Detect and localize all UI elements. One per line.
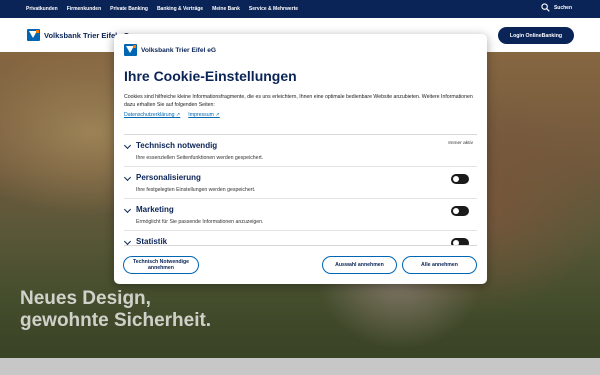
category-title: Technisch notwendig [136, 141, 218, 150]
marketing-toggle[interactable] [451, 206, 469, 216]
nav-item-service[interactable]: Service & Mehrwerte [249, 6, 298, 12]
hero-line-2: gewohnte Sicherheit. [20, 310, 212, 331]
external-link-icon: ↗ [215, 112, 220, 118]
accept-selection-button[interactable]: Auswahl annehmen [322, 256, 397, 274]
category-personalisierung[interactable]: Personalisierung Ihre festgelegten Einst… [124, 167, 477, 199]
nav-item-meine-bank[interactable]: Meine Bank [212, 6, 240, 12]
accept-necessary-button[interactable]: Technisch Notwendige annehmen [123, 256, 199, 274]
dialog-bank-name: Volksbank Trier Eifel eG [141, 46, 217, 54]
nav-item-private-banking[interactable]: Private Banking [110, 6, 148, 12]
category-technisch-notwendig[interactable]: Technisch notwendig Ihre essenziellen Se… [124, 135, 477, 167]
category-marketing[interactable]: Marketing Ermöglicht für Sie passende In… [124, 199, 477, 231]
category-description: Ihre festgelegten Einstellungen werden g… [136, 187, 256, 193]
page-content-strip [0, 358, 600, 375]
category-description: Ihre essenziellen Seitenfunktionen werde… [136, 155, 264, 161]
hero-line-1: Neues Design, [20, 288, 151, 309]
toggle-knob [453, 208, 459, 214]
bank-logo-icon [27, 29, 40, 41]
dialog-description: Cookies sind hilfreiche kleine Informati… [124, 94, 473, 109]
statistik-toggle[interactable] [451, 238, 469, 245]
category-description: Ermöglicht für Sie passende Informatione… [136, 219, 264, 225]
chevron-down-icon [124, 205, 132, 214]
privacy-link[interactable]: Datenschutzerklärung ↗ [124, 112, 180, 118]
accept-all-button[interactable]: Alle annehmen [402, 256, 477, 274]
dialog-logo: Volksbank Trier Eifel eG [124, 44, 216, 56]
always-active-label: Immer aktiv [448, 141, 473, 146]
category-title: Statistik [136, 237, 168, 246]
dialog-links: Datenschutzerklärung ↗ Impressum ↗ [124, 112, 220, 118]
bank-logo-icon [124, 44, 137, 56]
nav-item-banking-vertraege[interactable]: Banking & Verträge [157, 6, 203, 12]
chevron-down-icon [124, 173, 132, 182]
external-link-icon: ↗ [175, 112, 181, 118]
personalisierung-toggle[interactable] [451, 174, 469, 184]
cookie-dialog: Volksbank Trier Eifel eG Ihre Cookie-Ein… [114, 34, 487, 284]
chevron-down-icon [124, 141, 132, 150]
toggle-knob [453, 176, 459, 182]
category-title: Personalisierung [136, 173, 201, 182]
search-button[interactable]: Suchen [541, 3, 572, 12]
chevron-down-icon [124, 237, 132, 245]
imprint-link[interactable]: Impressum ↗ [188, 112, 219, 118]
category-title: Marketing [136, 205, 174, 214]
login-onlinebanking-button[interactable]: Login OnlineBanking [498, 27, 574, 44]
search-icon [541, 3, 550, 12]
hero-headline: Neues Design, gewohnte Sicherheit. [20, 288, 280, 332]
cookie-category-list[interactable]: Technisch notwendig Ihre essenziellen Se… [124, 134, 477, 246]
search-label: Suchen [553, 4, 572, 11]
imprint-link-label: Impressum [188, 112, 214, 118]
category-statistik[interactable]: Statistik [124, 231, 477, 246]
privacy-link-label: Datenschutzerklärung [124, 112, 175, 118]
nav-item-privatkunden[interactable]: Privatkunden [26, 6, 58, 12]
toggle-knob [453, 240, 459, 245]
dialog-title: Ihre Cookie-Einstellungen [124, 68, 297, 84]
nav-item-firmenkunden[interactable]: Firmenkunden [67, 6, 101, 12]
top-navigation: Privatkunden Firmenkunden Private Bankin… [0, 0, 600, 18]
